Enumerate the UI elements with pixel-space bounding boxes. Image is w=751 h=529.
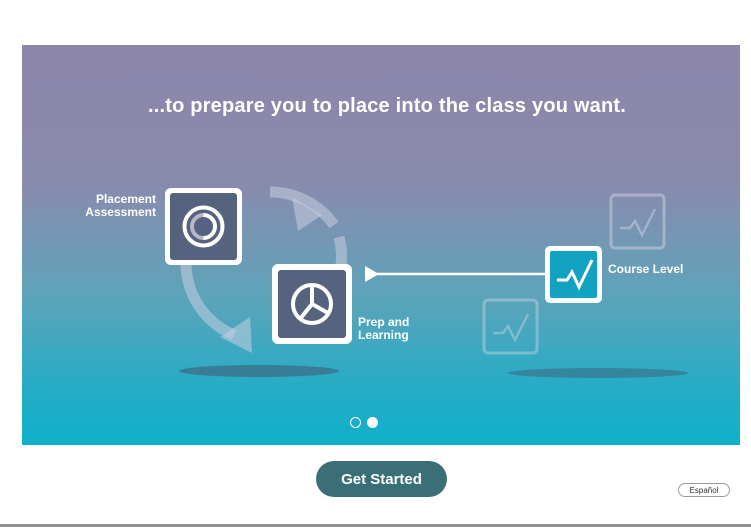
faded-graph-icon [482,298,539,355]
course-level-icon [545,246,602,303]
placement-assessment-label: Placement Assessment [60,193,156,219]
cycle-arrowhead-bottom [220,317,252,353]
prep-learning-icon [272,264,352,344]
connector-arrow-icon [365,266,379,282]
placement-diagram [165,186,688,378]
language-toggle-button[interactable]: Español [678,483,730,497]
get-started-button[interactable]: Get Started [316,461,447,497]
carousel-dots [350,415,390,429]
diagram-shadow-right [508,368,688,378]
course-level-label: Course Level [608,262,684,276]
diagram-shadow-left [179,365,339,377]
placement-assessment-icon [165,188,242,265]
prep-label-line2: Learning [358,328,409,342]
carousel-dot-1[interactable] [350,416,361,428]
carousel-dot-2[interactable] [367,416,378,428]
prep-learning-label: Prep and Learning [358,316,438,342]
faded-graph-icon [609,193,666,250]
placement-label-line2: Assessment [85,205,156,219]
bottom-divider [0,524,751,527]
hero-banner: ...to prepare you to place into the clas… [22,45,740,445]
